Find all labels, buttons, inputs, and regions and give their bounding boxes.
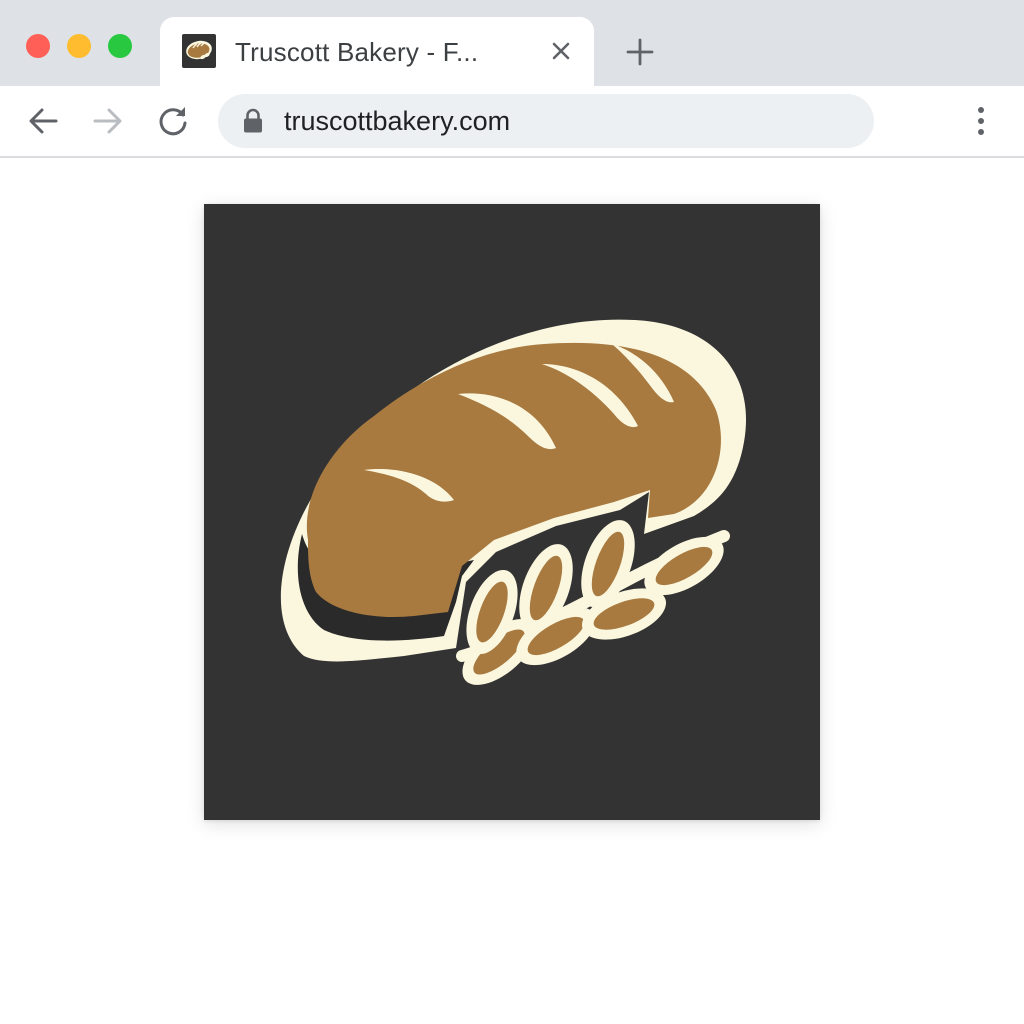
bread-loaf-with-wheat-logo [204, 204, 820, 820]
address-bar[interactable]: truscottbakery.com [218, 94, 874, 148]
browser-tab[interactable]: Truscott Bakery - F... [160, 17, 594, 87]
bread-loaf-icon [182, 34, 216, 68]
forward-arrow-icon[interactable] [90, 103, 126, 139]
tab-strip: Truscott Bakery - F... [0, 0, 1024, 87]
window-close-button[interactable] [26, 34, 50, 58]
window-minimize-button[interactable] [67, 34, 91, 58]
window-zoom-button[interactable] [108, 34, 132, 58]
close-icon[interactable] [546, 36, 576, 66]
reload-icon[interactable] [155, 103, 191, 139]
back-arrow-icon[interactable] [26, 103, 62, 139]
plus-icon[interactable] [624, 36, 656, 68]
page-content [0, 158, 1024, 1024]
tab-title: Truscott Bakery - F... [235, 37, 479, 67]
kebab-menu-icon[interactable] [966, 103, 996, 139]
url-text[interactable]: truscottbakery.com [284, 105, 510, 137]
browser-toolbar: truscottbakery.com [0, 86, 1024, 158]
lock-icon[interactable] [242, 108, 264, 134]
